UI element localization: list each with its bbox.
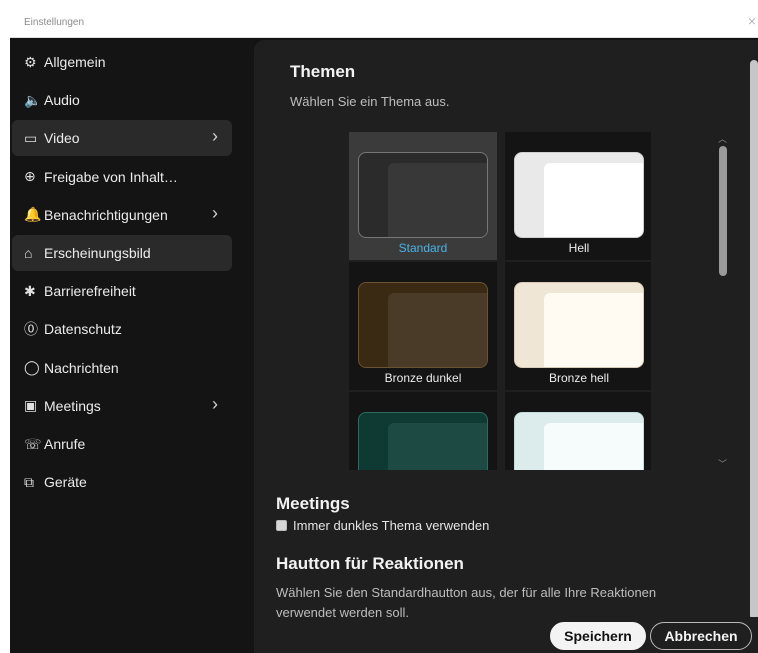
sidebar-item-label: Geräte [44, 474, 87, 491]
sidebar-item-8[interactable]: ◯ Nachrichten [12, 350, 232, 386]
message-bubble-icon: ◯ [24, 359, 40, 376]
save-button[interactable]: Speichern [550, 622, 646, 650]
share-screen-icon: ⊕ [24, 168, 36, 185]
chevron-right-icon: › [212, 202, 218, 223]
sidebar-item-4[interactable]: 🔔 Benachrichtigungen › [12, 197, 232, 233]
dialog-footer: Speichern Abbrechen [254, 617, 758, 653]
theme-label: Hell [568, 241, 590, 255]
theme-gallery-scrollbar[interactable]: ︿ ﹀ [716, 132, 730, 470]
theme-preview-window [544, 163, 643, 237]
dark-theme-checkbox[interactable] [276, 520, 287, 531]
skin-tone-description: Wählen Sie den Standardhautton aus, der … [276, 585, 657, 600]
theme-preview-window [544, 423, 643, 470]
theme-preview-window [544, 293, 643, 367]
skin-tone-heading: Hautton für Reaktionen [276, 554, 464, 573]
theme-card-4[interactable] [349, 392, 497, 470]
sidebar-item-2[interactable]: ▭ Video › [12, 120, 232, 157]
sidebar-item-1[interactable]: 🔈 Audio [12, 82, 232, 118]
accessibility-icon: ✱ [24, 282, 36, 299]
theme-card-5[interactable] [505, 392, 651, 470]
privacy-icon: ⓪ [24, 321, 38, 338]
chevron-right-icon: › [212, 126, 218, 147]
theme-preview [358, 282, 488, 368]
theme-gallery[interactable]: Standard Hell Bronze dunkel Bronze hell [349, 132, 651, 470]
theme-card-3[interactable]: Bronze hell [505, 262, 651, 390]
sidebar-item-label: Erscheinungsbild [44, 245, 151, 261]
themes-heading: Themen [290, 62, 356, 81]
devices-icon: ⧉ [24, 473, 34, 490]
theme-preview [358, 412, 488, 470]
phone-icon: ☏ [24, 435, 42, 452]
window-title: Einstellungen [24, 17, 85, 28]
sidebar-item-label: Datenschutz [44, 321, 122, 338]
theme-label: Standard [398, 241, 448, 255]
appearance-icon: ⌂ [24, 245, 33, 261]
bell-icon: 🔔 [24, 206, 42, 223]
sidebar-item-label: Allgemein [44, 54, 106, 70]
sidebar-item-label: Anrufe [44, 436, 86, 452]
scroll-down-icon[interactable]: ﹀ [718, 457, 727, 470]
calendar-icon: ▣ [24, 397, 38, 414]
sidebar-item-0[interactable]: ⚙ Allgemein [12, 44, 232, 80]
theme-card-2[interactable]: Bronze dunkel [349, 262, 497, 390]
title-bar: Einstellungen × [10, 10, 758, 38]
sidebar-item-label: Video [44, 130, 80, 147]
close-icon[interactable]: × [748, 13, 756, 29]
speaker-icon: 🔈 [24, 91, 42, 108]
panel-scrollbar[interactable] [750, 60, 758, 620]
theme-preview-window [388, 423, 487, 470]
sidebar-item-6[interactable]: ✱ Barrierefreiheit [12, 273, 232, 309]
sidebar-item-label: Nachrichten [44, 359, 119, 376]
theme-label: Bronze dunkel [384, 371, 462, 385]
theme-card-1[interactable]: Hell [505, 132, 651, 260]
settings-sidebar: ⚙ Allgemein 🔈 Audio ▭ Video › ⊕ Freigabe von Inh… [10, 40, 254, 653]
theme-preview [514, 152, 644, 238]
sidebar-item-label: Barrierefreiheit [44, 283, 136, 300]
chevron-right-icon: › [212, 393, 218, 414]
sidebar-item-5[interactable]: ⌂ Erscheinungsbild [12, 235, 232, 271]
theme-preview [514, 412, 644, 470]
gear-icon: ⚙ [24, 53, 37, 70]
sidebar-item-label: Freigabe von Inhalt… [44, 168, 178, 185]
settings-window: Einstellungen × ⚙ Allgemein 🔈 Audio ▭ Video › ⊕… [10, 10, 758, 653]
scroll-up-icon[interactable]: ︿ [718, 132, 727, 145]
themes-description: Wählen Sie ein Thema aus. [290, 94, 450, 109]
theme-card-0[interactable]: Standard [349, 132, 497, 260]
sidebar-item-3[interactable]: ⊕ Freigabe von Inhalt… [12, 159, 232, 195]
appearance-panel: Themen Wählen Sie ein Thema aus. Standar… [254, 40, 758, 653]
theme-label: Bronze hell [548, 371, 610, 385]
scrollbar-thumb[interactable] [719, 146, 727, 276]
video-camera-icon: ▭ [24, 129, 38, 146]
sidebar-item-9[interactable]: ▣ Meetings › [12, 388, 232, 424]
cancel-button[interactable]: Abbrechen [650, 622, 752, 650]
theme-preview-window [388, 163, 487, 237]
sidebar-item-label: Meetings [44, 397, 101, 414]
meetings-heading: Meetings [276, 494, 350, 513]
sidebar-item-7[interactable]: ⓪ Datenschutz [12, 311, 232, 347]
sidebar-item-11[interactable]: ⧉ Geräte [12, 464, 232, 500]
theme-preview [514, 282, 644, 368]
dark-theme-checkbox-label: Immer dunkles Thema verwenden [293, 518, 490, 533]
dark-theme-option[interactable]: Immer dunkles Thema verwenden [276, 518, 489, 533]
theme-preview-window [388, 293, 487, 367]
sidebar-item-label: Audio [44, 92, 80, 109]
theme-preview [358, 152, 488, 238]
sidebar-item-label: Benachrichtigungen [44, 206, 168, 223]
sidebar-item-10[interactable]: ☏ Anrufe [12, 426, 232, 462]
